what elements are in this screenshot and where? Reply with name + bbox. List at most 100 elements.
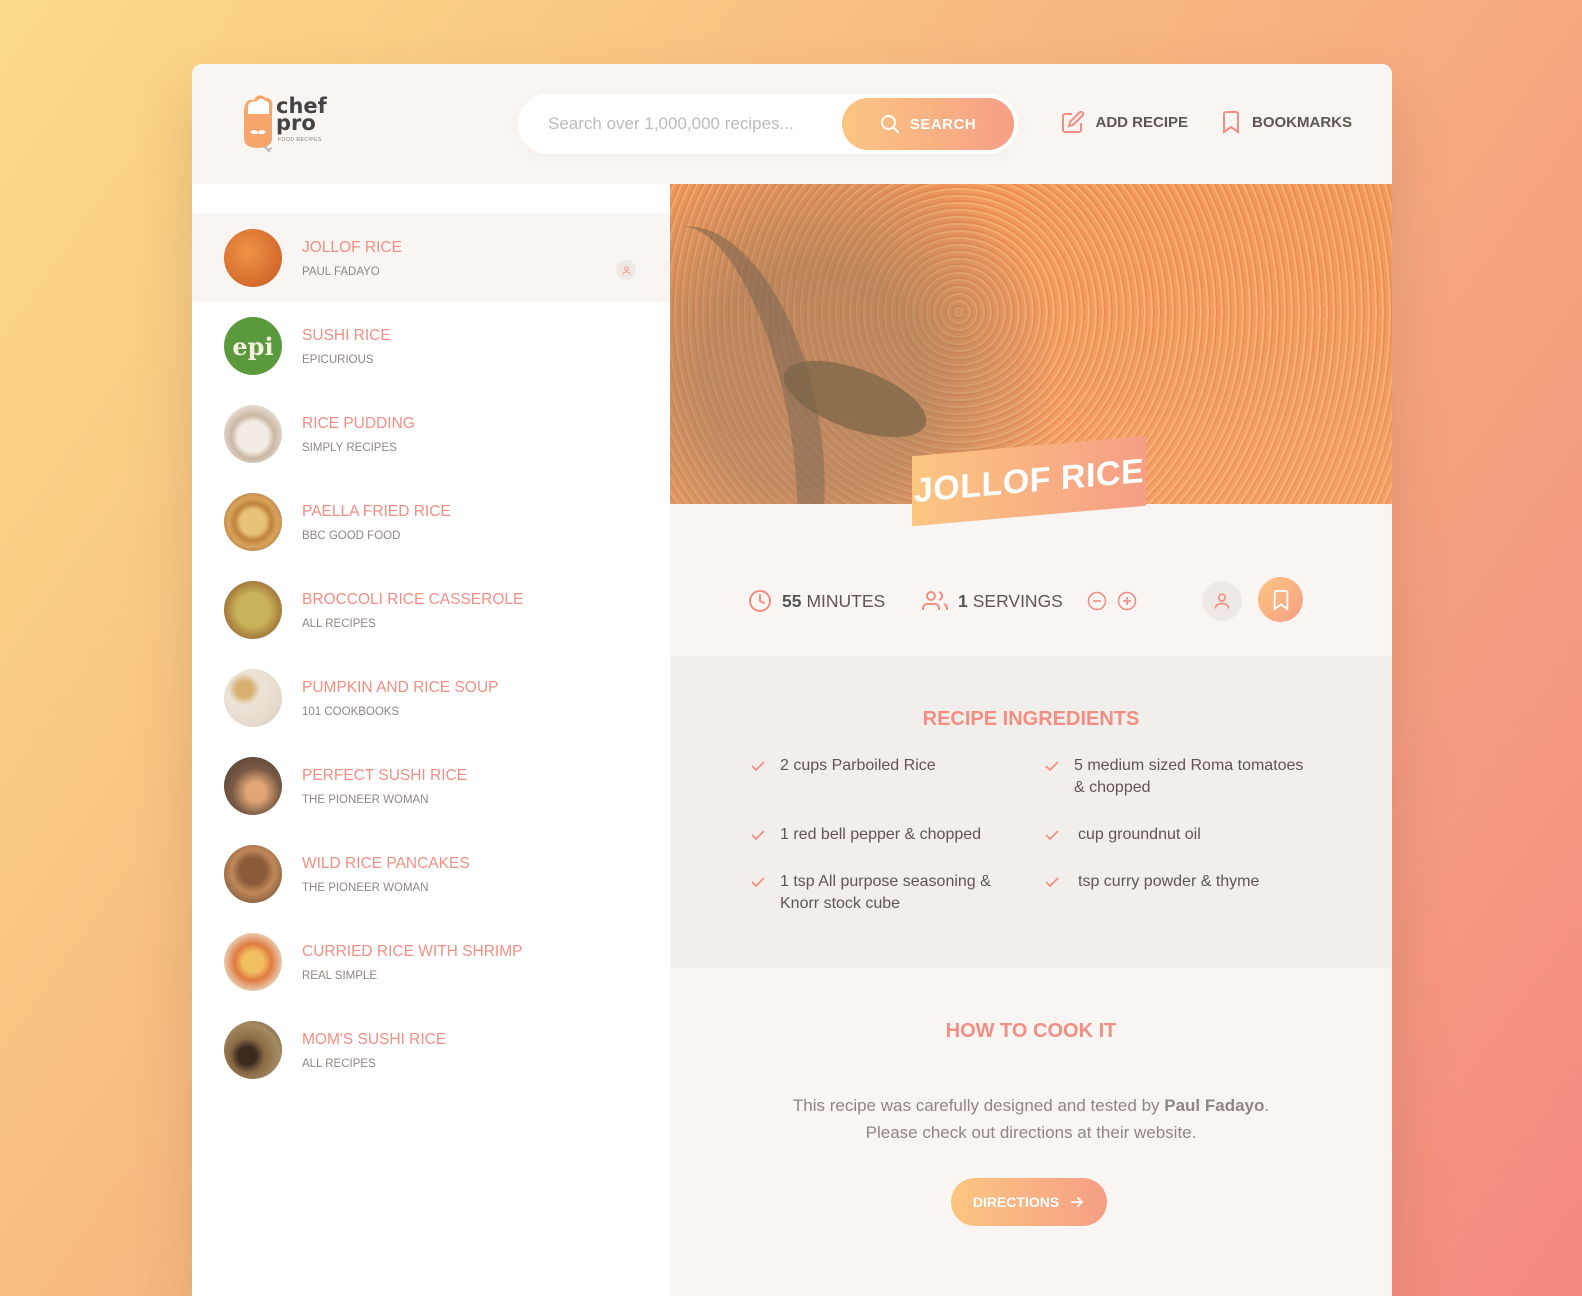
result-title: JOLLOF RICE	[302, 238, 402, 256]
result-item-paella-fried-rice[interactable]: PAELLA FRIED RICE BBC GOOD FOOD	[192, 478, 670, 566]
result-publisher: PAUL FADAYO	[302, 265, 380, 278]
ingredients-title: RECIPE INGREDIENTS	[922, 708, 1140, 730]
ingredient-item: 1 red bell pepper & chopped	[750, 824, 1010, 846]
result-title: PAELLA FRIED RICE	[302, 502, 451, 520]
result-publisher: BBC GOOD FOOD	[302, 529, 401, 542]
minutes-label: MINUTES	[806, 590, 886, 611]
result-publisher: SIMPLY RECIPES	[302, 441, 397, 454]
result-thumbnail	[224, 229, 282, 287]
result-title: MOM'S SUSHI RICE	[302, 1030, 447, 1048]
servings-label: SERVINGS	[972, 590, 1063, 611]
result-item-sushi-rice[interactable]: epi SUSHI RICE EPICURIOUS	[192, 302, 670, 390]
increase-servings-icon[interactable]	[1117, 591, 1137, 611]
recipe-details: 55 MINUTES 1 SERVINGS	[670, 504, 1392, 656]
result-publisher: ALL RECIPES	[302, 1057, 376, 1070]
result-thumbnail	[224, 581, 282, 639]
result-title: RICE PUDDING	[302, 414, 415, 432]
result-publisher: THE PIONEER WOMAN	[302, 793, 429, 806]
result-publisher: THE PIONEER WOMAN	[302, 881, 429, 894]
users-icon	[922, 591, 948, 610]
result-thumbnail	[224, 933, 282, 991]
bay-leaf	[774, 345, 936, 453]
ingredient-item: 1 tsp All purpose seasoning & Knorr stoc…	[750, 871, 1000, 915]
search-form: SEARCH	[518, 94, 1018, 154]
result-thumbnail	[224, 1021, 282, 1079]
result-publisher: EPICURIOUS	[302, 353, 374, 366]
edit-icon	[1062, 110, 1085, 133]
result-publisher: REAL SIMPLE	[302, 969, 377, 982]
add-recipe-label: ADD RECIPE	[1095, 113, 1188, 131]
user-generated-icon	[616, 260, 636, 280]
result-thumbnail	[224, 845, 282, 903]
minutes-value: 55	[782, 590, 802, 611]
add-recipe-button[interactable]: ADD RECIPE	[1061, 110, 1188, 134]
cook-description: This recipe was carefully designed and t…	[670, 1092, 1392, 1146]
check-icon	[751, 830, 765, 841]
search-button-label: SEARCH	[909, 115, 977, 133]
cook-text-part3: Please check out directions at their web…	[865, 1123, 1197, 1142]
result-title: BROCCOLI RICE CASSEROLE	[302, 590, 524, 608]
check-icon	[1045, 877, 1059, 888]
recipe-author: Paul Fadayo	[1164, 1096, 1265, 1115]
result-item-perfect-sushi-rice[interactable]: PERFECT SUSHI RICE THE PIONEER WOMAN	[192, 742, 670, 830]
result-thumbnail	[224, 669, 282, 727]
result-item-jollof-rice[interactable]: JOLLOF RICE PAUL FADAYO	[192, 214, 670, 302]
result-item-moms-sushi-rice[interactable]: MOM'S SUSHI RICE ALL RECIPES	[192, 1006, 670, 1094]
header: chef pro FOOD RECIPES SEARCH ADD	[192, 64, 1392, 184]
user-generated-badge	[1202, 581, 1242, 621]
ingredient-text: cup groundnut oil	[1078, 826, 1201, 843]
result-title: PUMPKIN AND RICE SOUP	[302, 678, 499, 696]
logo-text: chef pro	[276, 96, 327, 134]
ingredients-section: RECIPE INGREDIENTS 2 cups Parboiled Rice…	[670, 656, 1392, 968]
servings-value: 1	[958, 590, 968, 611]
bookmarks-button[interactable]: BOOKMARKS	[1220, 110, 1352, 134]
check-icon	[751, 877, 765, 888]
ingredient-item: 2 cups Parboiled Rice	[750, 755, 1010, 777]
ingredient-item: cup groundnut oil	[1044, 824, 1304, 846]
result-publisher: 101 COOKBOOKS	[302, 705, 400, 718]
recipe-title: JOLLOF RICE	[913, 451, 1145, 510]
ingredient-text: tsp curry powder & thyme	[1078, 873, 1260, 890]
result-title: CURRIED RICE WITH SHRIMP	[302, 942, 523, 960]
clock-icon	[749, 590, 771, 612]
result-thumbnail	[224, 493, 282, 551]
result-item-pumpkin-rice-soup[interactable]: PUMPKIN AND RICE SOUP 101 COOKBOOKS	[192, 654, 670, 742]
ingredient-item: 5 medium sized Roma tomatoes & chopped	[1044, 755, 1314, 799]
ingredient-text: 1 tsp All purpose seasoning & Knorr stoc…	[780, 873, 991, 912]
bookmark-icon	[1223, 111, 1239, 134]
ingredient-text: 1 red bell pepper & chopped	[780, 826, 982, 843]
decrease-servings-icon[interactable]	[1087, 591, 1107, 611]
chef-pro-logo[interactable]: chef pro FOOD RECIPES	[240, 92, 327, 156]
logo-subtitle: FOOD RECIPES	[278, 137, 322, 143]
results-list: JOLLOF RICE PAUL FADAYO epi SUSHI RICE E…	[192, 214, 670, 1094]
how-to-cook-section: HOW TO COOK IT This recipe was carefully…	[670, 968, 1392, 1296]
result-publisher: ALL RECIPES	[302, 617, 376, 630]
result-title: SUSHI RICE	[302, 326, 391, 344]
result-title: PERFECT SUSHI RICE	[302, 766, 468, 784]
ingredient-text: 5 medium sized Roma tomatoes & chopped	[1074, 757, 1304, 796]
result-title: WILD RICE PANCAKES	[302, 854, 470, 872]
ingredient-item: tsp curry powder & thyme	[1044, 871, 1304, 893]
recipe-view: JOLLOF RICE 55 MINUTES 1 SERVINGS RECIPE…	[670, 184, 1392, 1296]
result-thumbnail	[224, 757, 282, 815]
check-icon	[1045, 761, 1059, 772]
cook-text-part2: .	[1264, 1096, 1270, 1115]
bookmark-recipe-button[interactable]	[1258, 577, 1303, 622]
how-to-cook-title: HOW TO COOK IT	[945, 1020, 1117, 1042]
search-input[interactable]	[548, 114, 838, 134]
result-item-rice-pudding[interactable]: RICE PUDDING SIMPLY RECIPES	[192, 390, 670, 478]
result-item-wild-rice-pancakes[interactable]: WILD RICE PANCAKES THE PIONEER WOMAN	[192, 830, 670, 918]
check-icon	[1045, 830, 1059, 841]
result-item-broccoli-rice-casserole[interactable]: BROCCOLI RICE CASSEROLE ALL RECIPES	[192, 566, 670, 654]
epi-logo: epi	[232, 331, 274, 361]
result-thumbnail: epi	[224, 317, 282, 375]
search-icon	[880, 115, 899, 133]
result-thumbnail	[224, 405, 282, 463]
result-item-curried-rice-shrimp[interactable]: CURRIED RICE WITH SHRIMP REAL SIMPLE	[192, 918, 670, 1006]
ingredient-text: 2 cups Parboiled Rice	[780, 757, 936, 774]
directions-button[interactable]: DIRECTIONS	[951, 1178, 1107, 1226]
app-container: chef pro FOOD RECIPES SEARCH ADD	[192, 64, 1392, 1296]
search-button[interactable]: SEARCH	[842, 98, 1014, 150]
user-icon	[1214, 593, 1230, 609]
cook-text-part1: This recipe was carefully designed and t…	[792, 1096, 1165, 1115]
